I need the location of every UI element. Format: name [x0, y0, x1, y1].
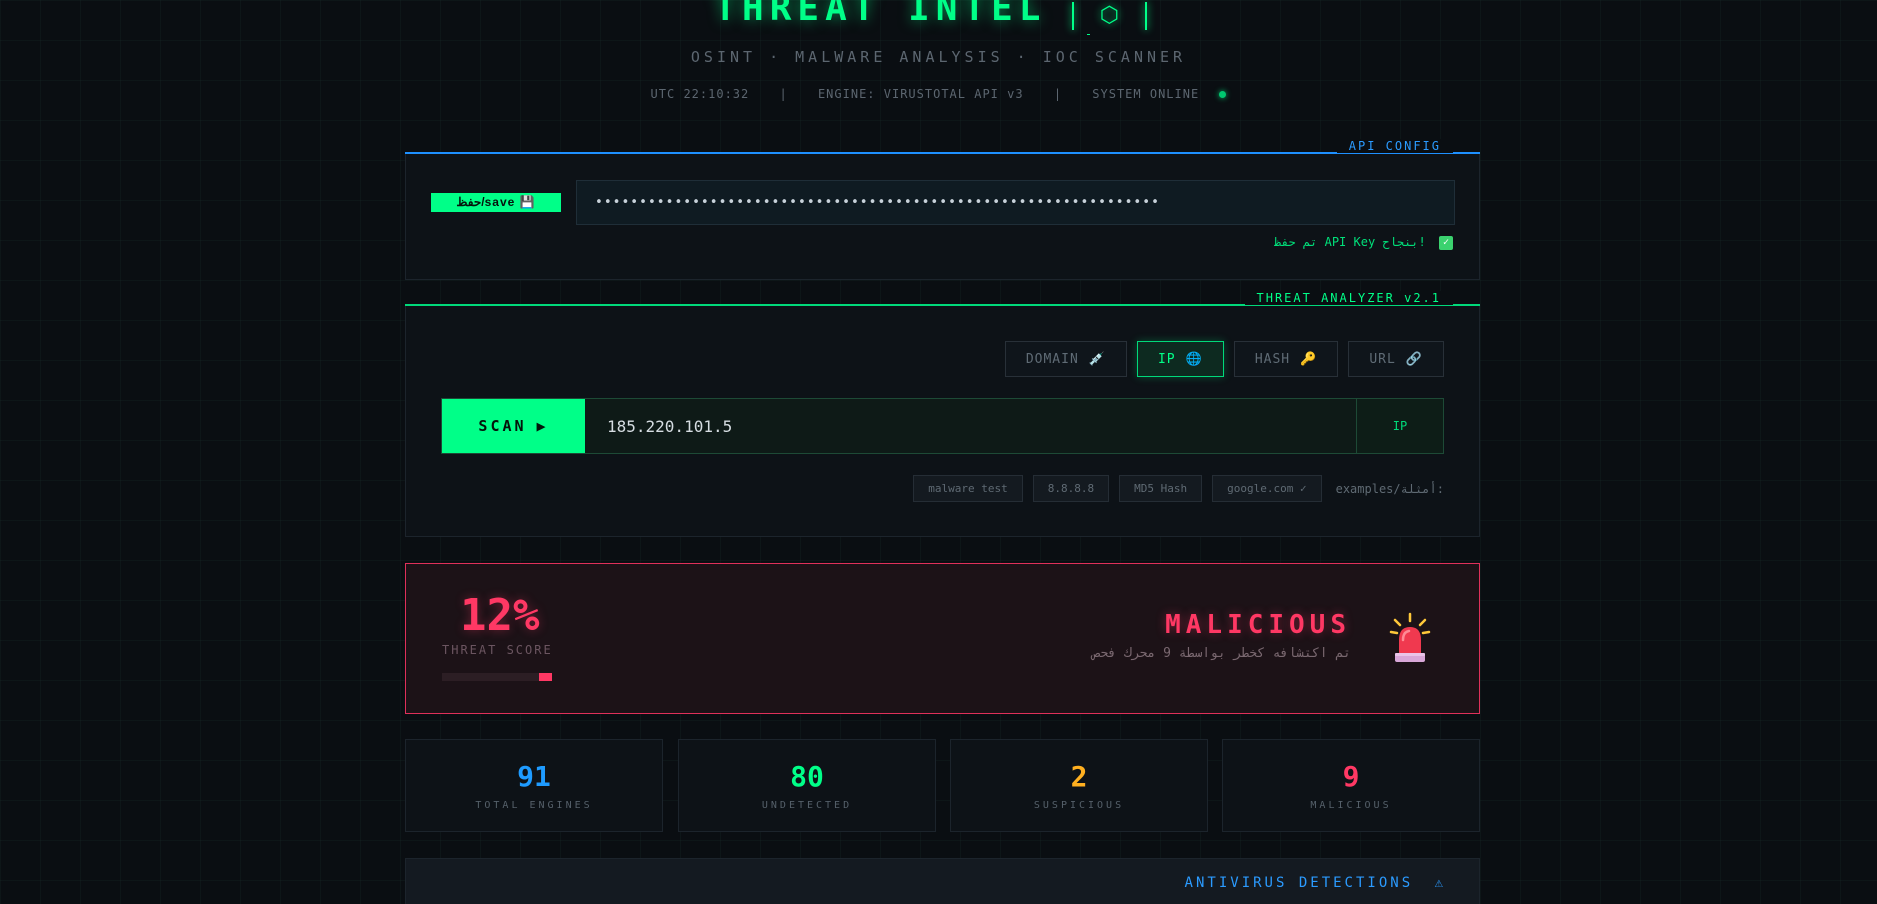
threat-score-fill	[538, 673, 552, 681]
siren-icon	[1389, 612, 1431, 662]
stat-total-engines: 91 TOTAL ENGINES	[405, 739, 663, 832]
stat-label: MALICIOUS	[1310, 800, 1392, 811]
title-divider	[1072, 1, 1075, 30]
syringe-icon: 💉	[1088, 351, 1106, 367]
detections-title-text: ANTIVIRUS DETECTIONS	[1184, 875, 1414, 891]
tab-url[interactable]: URL 🔗	[1348, 341, 1444, 377]
warning-icon: ⚠	[1434, 875, 1446, 891]
threat-score-bar	[442, 673, 552, 681]
panel-accent-line	[405, 152, 1480, 154]
tab-ip[interactable]: IP 🌐	[1136, 341, 1224, 377]
result-banner: 12% THREAT SCORE MALICIOUS تم اكتشافه كخ…	[405, 563, 1480, 714]
stat-malicious: 9 MALICIOUS	[1222, 739, 1480, 832]
query-input[interactable]	[585, 399, 1356, 453]
title-divider-right	[1144, 1, 1147, 30]
stat-suspicious: 2 SUSPICIOUS	[950, 739, 1208, 832]
scan-row: SCAN ▶ IP	[441, 398, 1444, 454]
scan-label: SCAN	[478, 417, 527, 435]
play-icon: ▶	[536, 417, 549, 435]
status-line: UTC 22:10:32 | ENGINE: VIRUSTOTAL API v3…	[0, 87, 1877, 101]
query-type-tabs: DOMAIN 💉 IP 🌐 HASH 🔑 URL 🔗	[1004, 341, 1444, 377]
scan-button[interactable]: SCAN ▶	[442, 399, 585, 453]
hexagon-icon: ⬡	[1099, 3, 1119, 28]
stat-undetected: 80 UNDETECTED	[678, 739, 936, 832]
detected-type-badge: IP	[1356, 399, 1443, 453]
tab-hash-label: HASH	[1254, 351, 1291, 367]
stat-value: 9	[1342, 760, 1360, 793]
example-chip[interactable]: google.com ✓	[1212, 475, 1322, 502]
tab-ip-label: IP	[1157, 351, 1176, 367]
examples-label: examples/أمثلة:	[1335, 481, 1444, 496]
status-separator: |	[779, 87, 788, 101]
utc-clock: UTC 22:10:32	[650, 87, 750, 101]
stat-value: 2	[1070, 760, 1088, 793]
status-separator: |	[1053, 87, 1063, 101]
analyzer-label: THREAT ANALYZER v2.1	[1244, 291, 1453, 305]
example-chip[interactable]: MD5 Hash	[1119, 475, 1203, 502]
system-status: SYSTEM ONLINE	[1092, 87, 1200, 101]
stat-label: SUSPICIOUS	[1033, 800, 1125, 811]
tab-domain[interactable]: DOMAIN 💉	[1004, 341, 1127, 377]
detections-title: ANTIVIRUS DETECTIONS ⚠	[1185, 875, 1446, 891]
stat-value: 91	[517, 760, 551, 793]
verdict-description: تم اكتشافه كخطر بواسطة 9 محرك فحص	[1092, 646, 1351, 661]
online-status-icon	[1219, 91, 1227, 98]
examples-row: malware test 8.8.8.8 MD5 Hash google.com…	[913, 475, 1444, 502]
tab-domain-label: DOMAIN	[1025, 351, 1079, 367]
api-key-input[interactable]	[576, 180, 1455, 225]
api-success-message: تم حفظ API Key بنجاح! ✓	[1274, 235, 1453, 250]
stat-label: TOTAL ENGINES	[475, 800, 593, 811]
example-chip[interactable]: malware test	[913, 475, 1023, 502]
api-config-label: API CONFIG	[1336, 139, 1453, 153]
engine-label: ENGINE: VIRUSTOTAL API v3	[817, 87, 1024, 101]
success-text: تم حفظ API Key بنجاح!	[1274, 235, 1426, 249]
stat-label: UNDETECTED	[761, 800, 853, 811]
app-subtitle: OSINT · MALWARE ANALYSIS · IOC SCANNER	[690, 48, 1187, 66]
link-icon: 🔗	[1405, 351, 1423, 367]
app-title: THREAT INTEL	[714, 0, 1047, 29]
threat-analyzer-panel: THREAT ANALYZER v2.1 DOMAIN 💉 IP 🌐 HASH …	[405, 291, 1480, 537]
title-accent	[1087, 34, 1090, 35]
example-chip[interactable]: 8.8.8.8	[1032, 475, 1110, 502]
title-row: THREAT INTEL ⬡	[0, 0, 1877, 30]
threat-score-label: THREAT SCORE	[442, 643, 553, 657]
tab-url-label: URL	[1369, 351, 1396, 367]
globe-icon: 🌐	[1185, 351, 1203, 367]
api-config-panel: API CONFIG حفظ/save 💾 تم حفظ API Key بنج…	[405, 139, 1480, 280]
save-api-key-button[interactable]: حفظ/save 💾	[431, 193, 561, 212]
tab-hash[interactable]: HASH 🔑	[1233, 341, 1339, 377]
antivirus-detections-panel[interactable]: ANTIVIRUS DETECTIONS ⚠	[405, 858, 1480, 904]
key-icon: 🔑	[1300, 351, 1318, 367]
threat-score-value: 12%	[460, 590, 540, 641]
verdict-label: MALICIOUS	[1165, 610, 1351, 640]
stat-value: 80	[790, 760, 824, 793]
checkmark-icon: ✓	[1439, 235, 1453, 250]
